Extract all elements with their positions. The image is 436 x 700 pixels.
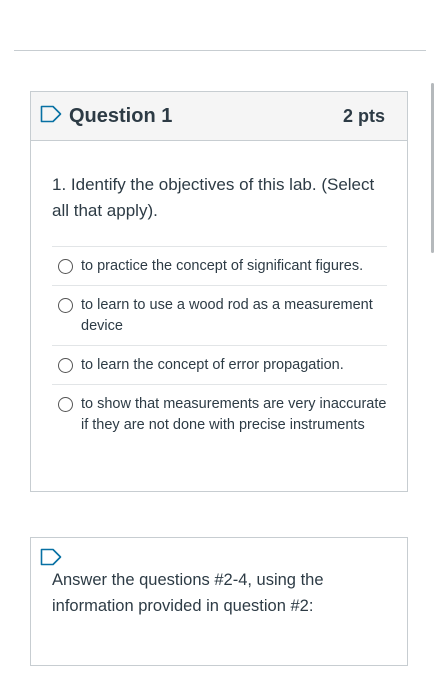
flag-outline-icon[interactable] xyxy=(40,548,62,566)
answer-list: to practice the concept of significant f… xyxy=(52,246,387,444)
answer-option-3[interactable]: to learn the concept of error propagatio… xyxy=(52,345,387,384)
answer-option-1[interactable]: to practice the concept of significant f… xyxy=(52,246,387,285)
answer-option-2[interactable]: to learn to use a wood rod as a measurem… xyxy=(52,285,387,345)
radio-unchecked-icon[interactable] xyxy=(58,358,73,373)
answer-label: to learn the concept of error propagatio… xyxy=(81,357,344,373)
question-1-text: 1. Identify the objectives of this lab. … xyxy=(52,175,375,220)
answer-label: to learn to use a wood rod as a measurem… xyxy=(81,297,373,334)
question-2-text: Answer the questions #2-4, using the inf… xyxy=(52,571,324,615)
question-1-header: Question 1 2 pts xyxy=(31,92,407,141)
radio-unchecked-icon[interactable] xyxy=(58,259,73,274)
radio-unchecked-icon[interactable] xyxy=(58,397,73,412)
question-1-title: Question 1 xyxy=(69,105,173,127)
flag-outline-icon[interactable] xyxy=(40,105,62,123)
scrollbar[interactable] xyxy=(431,83,434,253)
quiz-page: Question 1 2 pts 1. Identify the objecti… xyxy=(0,0,436,700)
question-1-points: 2 pts xyxy=(342,106,385,126)
question-2-card: Answer the questions #2-4, using the inf… xyxy=(30,537,408,666)
answer-option-4[interactable]: to show that measurements are very inacc… xyxy=(52,384,387,444)
answer-label: to practice the concept of significant f… xyxy=(81,258,364,274)
radio-unchecked-icon[interactable] xyxy=(58,298,73,313)
top-divider xyxy=(14,50,426,51)
answer-label: to show that measurements are very inacc… xyxy=(81,396,387,433)
question-1-card: Question 1 2 pts 1. Identify the objecti… xyxy=(30,91,408,492)
